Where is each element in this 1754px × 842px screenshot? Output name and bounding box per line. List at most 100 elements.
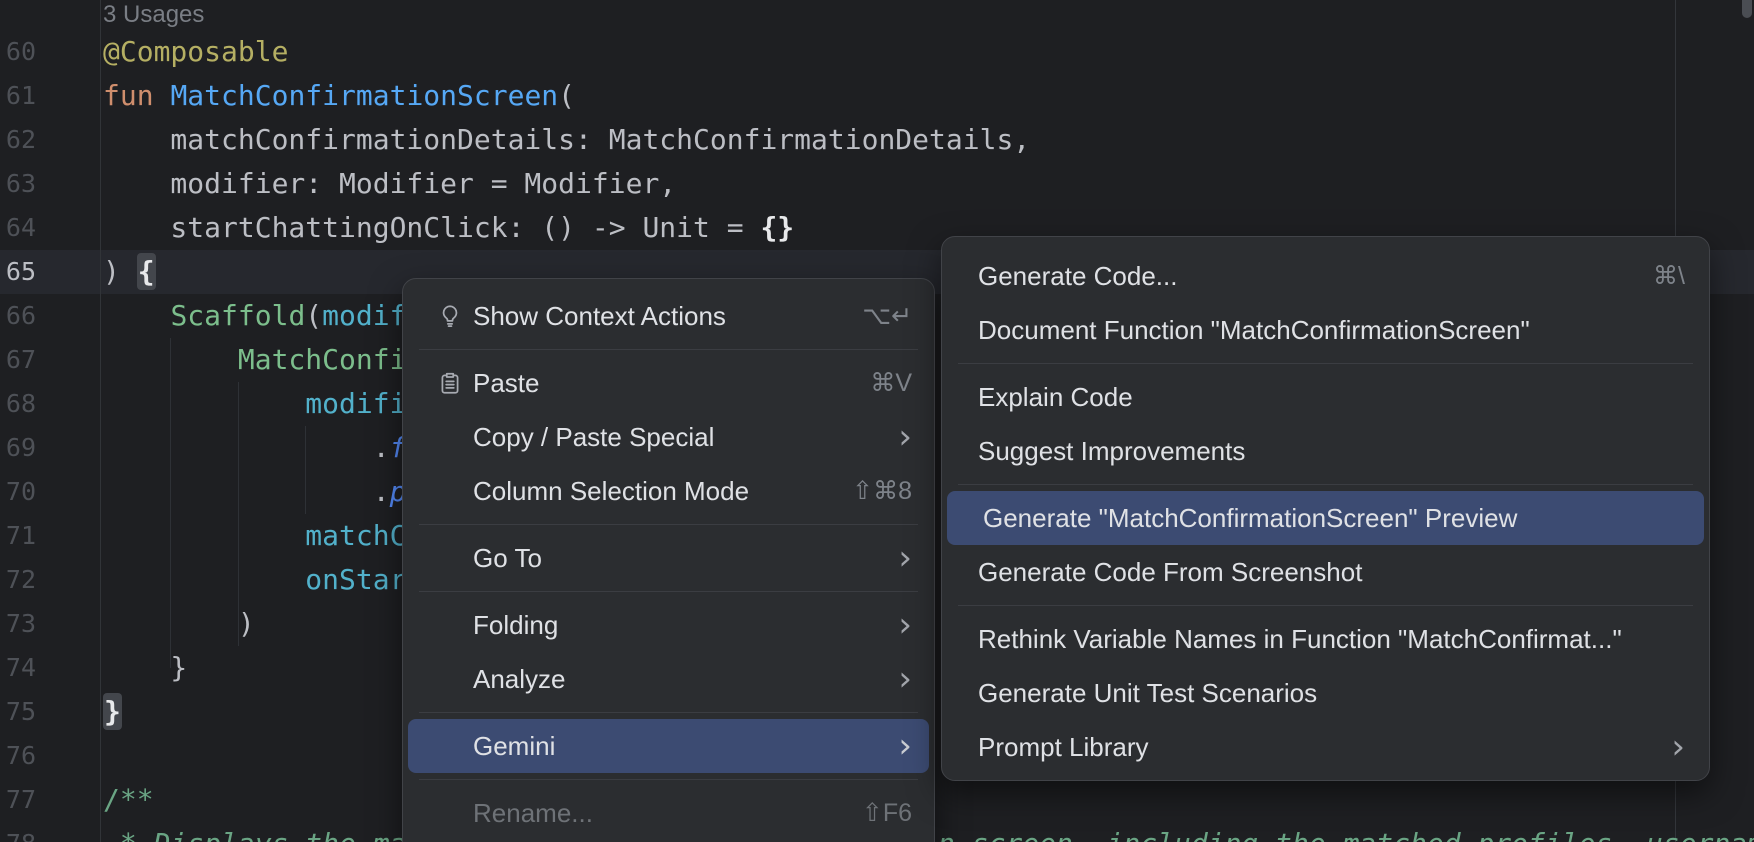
code-segment	[103, 343, 238, 376]
menu-item-copy-paste-special[interactable]: Copy / Paste Special›	[403, 410, 934, 464]
menu-separator	[403, 706, 934, 719]
icon-spacer	[437, 424, 473, 450]
lightbulb-icon	[437, 303, 463, 329]
line-number-70[interactable]: 70	[0, 470, 36, 514]
menu-item-go-to[interactable]: Go To›	[403, 531, 934, 585]
code-segment: {}	[760, 211, 794, 244]
menu-item-prompt-library[interactable]: Prompt Library›	[942, 720, 1709, 774]
code-segment: Scaffold	[170, 299, 305, 332]
code-line-61[interactable]: fun MatchConfirmationScreen(	[103, 74, 575, 118]
menu-item-rethink-variable-names[interactable]: Rethink Variable Names in Function "Matc…	[942, 612, 1709, 666]
usages-hint[interactable]: 3 Usages	[103, 0, 204, 30]
menu-item-folding[interactable]: Folding ›	[403, 598, 934, 652]
menu-item-shortcut: ⇧⌘8	[852, 476, 912, 506]
code-segment: .	[103, 431, 390, 464]
chevron-right-icon: ›	[898, 733, 912, 759]
code-line-62[interactable]: matchConfirmationDetails: MatchConfirmat…	[103, 118, 1030, 162]
code-segment: (	[558, 79, 575, 112]
code-segment	[103, 563, 305, 596]
code-line-73[interactable]: )	[103, 602, 255, 646]
menu-item-shortcut: ⇧F6	[862, 798, 912, 828]
code-line-65[interactable]: ) {	[103, 250, 156, 294]
icon-spacer	[437, 612, 473, 638]
chevron-right-icon: ›	[898, 612, 912, 638]
menu-item-column-selection-mode[interactable]: Column Selection Mode⇧⌘8	[403, 464, 934, 518]
menu-item-explain-code[interactable]: Explain Code	[942, 370, 1709, 424]
code-line-77[interactable]: /**	[103, 778, 154, 822]
line-number-67[interactable]: 67	[0, 338, 36, 382]
menu-item-show-context-actions[interactable]: Show Context Actions⌥↵	[403, 289, 934, 343]
clipboard-icon	[437, 370, 463, 396]
code-line-63[interactable]: modifier: Modifier = Modifier,	[103, 162, 676, 206]
code-segment: n screen, including the matched profiles…	[938, 822, 1754, 842]
line-number-64[interactable]: 64	[0, 206, 36, 250]
code-line-64[interactable]: startChattingOnClick: () -> Unit = {}	[103, 206, 794, 250]
code-line-67[interactable]: MatchConfir	[103, 338, 423, 382]
line-number-71[interactable]: 71	[0, 514, 36, 558]
code-segment	[103, 519, 305, 552]
code-line-74[interactable]: }	[103, 646, 187, 690]
menu-item-label: Generate Code From Screenshot	[978, 557, 1362, 588]
line-number-62[interactable]: 62	[0, 118, 36, 162]
menu-separator	[403, 585, 934, 598]
code-line-66[interactable]: Scaffold(modifie	[103, 294, 440, 338]
menu-item-label: Document Function "MatchConfirmationScre…	[978, 315, 1530, 346]
line-number-66[interactable]: 66	[0, 294, 36, 338]
menu-item-label: Paste	[473, 368, 540, 399]
menu-item-generate-code[interactable]: Generate Code...⌘\	[942, 249, 1709, 303]
line-number-74[interactable]: 74	[0, 646, 36, 690]
code-segment: {	[137, 253, 156, 290]
menu-item-shortcut: ⌘V	[870, 368, 912, 398]
code-line-60[interactable]: @Composable	[103, 30, 288, 74]
line-number-65[interactable]: 65	[0, 250, 36, 294]
code-segment: modifier: Modifier = Modifier,	[103, 167, 676, 200]
menu-item-label: Generate Unit Test Scenarios	[978, 678, 1317, 709]
menu-item-shortcut: ⌥↵	[862, 301, 912, 331]
menu-item-label: Gemini	[473, 731, 555, 762]
menu-item-analyze[interactable]: Analyze›	[403, 652, 934, 706]
menu-item-generate-unit-test-scenarios[interactable]: Generate Unit Test Scenarios	[942, 666, 1709, 720]
line-number-75[interactable]: 75	[0, 690, 36, 734]
code-line-75[interactable]: }	[103, 690, 122, 734]
line-number-68[interactable]: 68	[0, 382, 36, 426]
menu-item-document-function[interactable]: Document Function "MatchConfirmationScre…	[942, 303, 1709, 357]
code-line-69[interactable]: .fil	[103, 426, 440, 470]
icon-spacer	[437, 545, 473, 571]
code-line-72[interactable]: onStartC	[103, 558, 440, 602]
line-number-72[interactable]: 72	[0, 558, 36, 602]
menu-item-shortcut: ⌘\	[1653, 261, 1685, 291]
icon-spacer	[437, 666, 473, 692]
line-number-60[interactable]: 60	[0, 30, 36, 74]
menu-item-gemini[interactable]: Gemini ›	[408, 719, 929, 773]
menu-item-label: Explain Code	[978, 382, 1133, 413]
menu-item-paste[interactable]: Paste ⌘V	[403, 356, 934, 410]
line-number-61[interactable]: 61	[0, 74, 36, 118]
menu-item-label: Copy / Paste Special	[473, 422, 714, 453]
editor-context-menu: Show Context Actions⌥↵ Paste ⌘V Copy / Past…	[402, 278, 935, 842]
line-number-73[interactable]: 73	[0, 602, 36, 646]
menu-item-generate-preview[interactable]: Generate "MatchConfirmationScreen" Previ…	[947, 491, 1704, 545]
icon-spacer	[437, 800, 473, 826]
menu-item-label: Rethink Variable Names in Function "Matc…	[978, 624, 1622, 655]
code-line-70[interactable]: .pad	[103, 470, 440, 514]
code-segment: matchConfirmationDetails: MatchConfirmat…	[103, 123, 1030, 156]
menu-item-rename[interactable]: Rename...⇧F6	[403, 786, 934, 840]
line-number-76[interactable]: 76	[0, 734, 36, 778]
menu-item-label: Suggest Improvements	[978, 436, 1245, 467]
line-number-63[interactable]: 63	[0, 162, 36, 206]
vertical-scrollbar-thumb[interactable]	[1742, 0, 1752, 18]
menu-item-suggest-improvements[interactable]: Suggest Improvements	[942, 424, 1709, 478]
code-line-71[interactable]: matchCon	[103, 514, 440, 558]
chevron-right-icon: ›	[898, 545, 912, 571]
line-number-77[interactable]: 77	[0, 778, 36, 822]
menu-separator	[403, 773, 934, 786]
menu-item-generate-code-from-screenshot[interactable]: Generate Code From Screenshot	[942, 545, 1709, 599]
line-number-78[interactable]: 78	[0, 822, 36, 842]
icon-spacer	[437, 478, 473, 504]
code-segment: (	[305, 299, 322, 332]
code-segment: fun	[103, 79, 170, 112]
menu-item-label: Folding	[473, 610, 558, 641]
code-line-78[interactable]: * Displays the man screen, including the…	[103, 822, 406, 842]
line-number-69[interactable]: 69	[0, 426, 36, 470]
code-line-68[interactable]: modifie	[103, 382, 423, 426]
